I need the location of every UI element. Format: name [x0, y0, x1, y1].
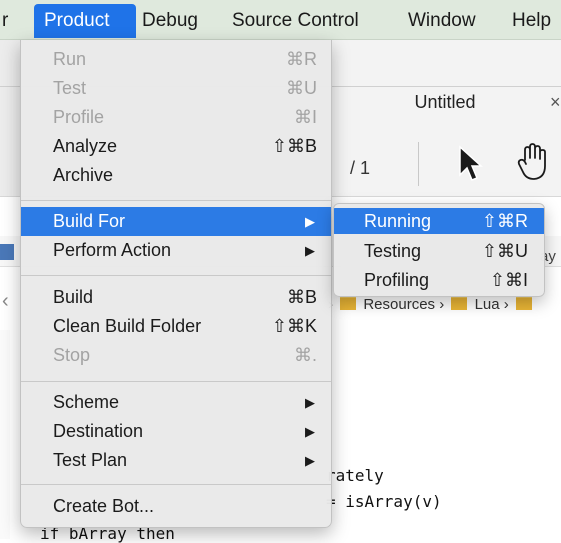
menu-separator [21, 484, 331, 485]
menu-bar-item-file-truncated[interactable]: r [0, 4, 18, 38]
menu-bar: r Product Debug Source Control Window He… [0, 0, 561, 40]
product-menu: Run ⌘R Test ⌘U Profile ⌘I Analyze ⇧⌘B Ar… [20, 40, 332, 528]
menu-item-label: Test Plan [53, 450, 128, 470]
menu-separator [21, 275, 331, 276]
submenu-item-label: Running [364, 211, 432, 231]
menu-item-build-for[interactable]: Build For ▶ [21, 207, 331, 236]
menu-item-label: Destination [53, 421, 144, 441]
menu-item-build[interactable]: Build ⌘B [21, 283, 331, 312]
menu-bar-item-help[interactable]: Help [502, 4, 561, 38]
menu-item-analyze[interactable]: Analyze ⇧⌘B [21, 132, 331, 161]
menu-bar-item-window[interactable]: Window [398, 4, 486, 38]
hand-tool-icon[interactable] [516, 142, 550, 182]
submenu-item-testing[interactable]: Testing ⇧⌘U [334, 238, 544, 264]
menu-item-test[interactable]: Test ⌘U [21, 74, 331, 103]
menu-item-create-bot[interactable]: Create Bot... [21, 492, 331, 521]
document-tab-title[interactable]: Untitled [370, 92, 520, 113]
submenu-item-running[interactable]: Running ⇧⌘R [334, 208, 544, 234]
breadcrumb-lua[interactable]: Lua [475, 296, 500, 313]
menu-separator [21, 200, 331, 201]
arrow-pointer-icon[interactable] [456, 144, 484, 184]
menu-item-profile[interactable]: Profile ⌘I [21, 103, 331, 132]
breadcrumb-resources[interactable]: Resources [363, 296, 435, 313]
menu-item-label: Run [53, 49, 87, 69]
submenu-arrow-icon: ▶ [305, 214, 315, 229]
code-line[interactable]: = isArray(v) [326, 492, 442, 511]
folder-icon [515, 296, 532, 310]
menu-item-label: Clean Build Folder [53, 316, 202, 336]
breadcrumb-chevron-icon: › [439, 296, 449, 313]
editor-gutter [0, 330, 10, 539]
menu-item-label: Build [53, 287, 94, 307]
menu-item-label: Stop [53, 345, 91, 365]
submenu-item-shortcut: ⇧⌘R [481, 211, 528, 231]
folder-icon [340, 296, 357, 310]
menu-item-label: Build For [53, 211, 126, 231]
menu-item-shortcut: ⇧⌘B [271, 136, 317, 156]
menu-item-shortcut: ⌘I [293, 107, 317, 127]
folder-icon [451, 296, 468, 310]
menu-item-shortcut: ⌘. [293, 345, 317, 365]
menu-separator [21, 381, 331, 382]
toolbar-left-strip [0, 40, 20, 196]
toolbar-separator [418, 142, 419, 186]
menu-item-shortcut: ⌘R [286, 49, 317, 69]
tab-close-icon[interactable]: × [550, 92, 561, 113]
page-count-label: / 1 [350, 158, 371, 178]
menu-item-stop[interactable]: Stop ⌘. [21, 341, 331, 370]
submenu-arrow-icon: ▶ [305, 453, 315, 468]
submenu-item-label: Testing [364, 241, 422, 261]
menu-item-label: Test [53, 78, 87, 98]
menu-item-test-plan[interactable]: Test Plan ▶ [21, 446, 331, 475]
menu-item-perform-action[interactable]: Perform Action ▶ [21, 236, 331, 265]
menu-bar-item-product[interactable]: Product [34, 4, 136, 38]
menu-item-scheme[interactable]: Scheme ▶ [21, 388, 331, 417]
menu-bar-item-debug[interactable]: Debug [132, 4, 208, 38]
code-line[interactable]: rately [326, 466, 384, 485]
submenu-item-shortcut: ⇧⌘I [489, 270, 528, 290]
menu-item-archive[interactable]: Archive [21, 161, 331, 190]
submenu-item-shortcut: ⇧⌘U [481, 241, 528, 261]
file-type-icon [0, 244, 14, 260]
breadcrumb-chevron-icon: › [503, 296, 513, 313]
menu-item-label: Archive [53, 165, 114, 185]
build-for-submenu: Running ⇧⌘R Testing ⇧⌘U Profiling ⇧⌘I [333, 203, 545, 297]
submenu-item-profiling[interactable]: Profiling ⇧⌘I [334, 267, 544, 293]
menu-item-label: Profile [53, 107, 105, 127]
jump-bar-breadcrumb[interactable]: › Resources › Lua › [328, 296, 535, 313]
menu-item-label: Scheme [53, 392, 120, 412]
menu-item-shortcut: ⌘B [286, 287, 317, 307]
menu-item-shortcut: ⌘U [286, 78, 317, 98]
menu-bar-item-source-control[interactable]: Source Control [222, 4, 369, 38]
navigate-back-icon[interactable]: ‹ [2, 290, 9, 313]
menu-item-label: Create Bot... [53, 496, 155, 516]
menu-item-destination[interactable]: Destination ▶ [21, 417, 331, 446]
menu-item-clean-build-folder[interactable]: Clean Build Folder ⇧⌘K [21, 312, 331, 341]
menu-item-shortcut: ⇧⌘K [271, 316, 317, 336]
submenu-arrow-icon: ▶ [305, 424, 315, 439]
menu-item-label: Perform Action [53, 240, 172, 260]
submenu-item-label: Profiling [364, 270, 430, 290]
submenu-arrow-icon: ▶ [305, 243, 315, 258]
submenu-arrow-icon: ▶ [305, 395, 315, 410]
menu-item-label: Analyze [53, 136, 118, 156]
menu-item-run[interactable]: Run ⌘R [21, 45, 331, 74]
